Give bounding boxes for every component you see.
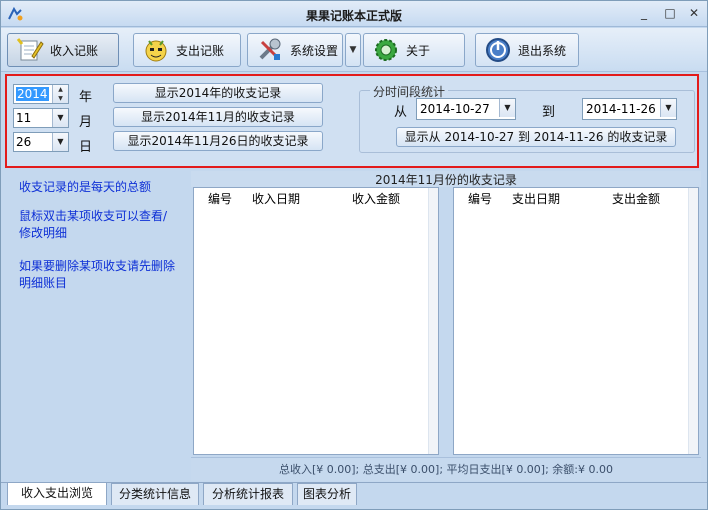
day-select[interactable]: 26 ▼	[13, 132, 69, 152]
income-entry-label: 收入记账	[50, 43, 99, 58]
summary-status: 总收入[¥ 0.00]; 总支出[¥ 0.00]; 平均日支出[¥ 0.00];…	[191, 457, 701, 481]
from-date-picker[interactable]: 2014-10-27 ▼	[416, 98, 516, 120]
tools-icon	[256, 36, 284, 64]
date-range-group: 分时间段统计 从 2014-10-27 ▼ 到 2014-11-26 ▼ 显示从…	[359, 83, 695, 153]
toolbar: 收入记账 支出记账 系统设置 ▼ 关于 退出系统	[1, 28, 707, 72]
spin-up-icon[interactable]: ▲	[53, 85, 68, 94]
tab-income-expense-browse[interactable]: 收入支出浏览	[7, 482, 107, 505]
year-value: 2014	[16, 87, 49, 101]
exit-system-label: 退出系统	[518, 43, 567, 58]
show-day-records-button[interactable]: 显示2014年11月26日的收支记录	[113, 131, 323, 151]
system-settings-button[interactable]: 系统设置	[247, 33, 343, 67]
system-settings-label: 系统设置	[290, 43, 339, 58]
income-col-id[interactable]: 编号	[208, 190, 232, 207]
expense-col-id[interactable]: 编号	[468, 190, 492, 207]
expense-entry-button[interactable]: 支出记账	[133, 33, 241, 67]
show-range-records-button[interactable]: 显示从 2014-10-27 到 2014-11-26 的收支记录	[396, 127, 676, 147]
income-grid[interactable]: 编号 收入日期 收入金额	[193, 187, 439, 455]
year-spinner[interactable]: 2014 ▲ ▼	[13, 84, 69, 104]
window-title: 果果记账本正式版	[305, 9, 402, 23]
info-tip-2: 鼠标双击某项收支可以查看/修改明细	[19, 209, 168, 240]
day-value: 26	[16, 135, 32, 149]
year-spinner-arrows[interactable]: ▲ ▼	[52, 85, 68, 103]
show-month-records-button[interactable]: 显示2014年11月的收支记录	[113, 107, 323, 127]
income-grid-header: 编号 收入日期 收入金额	[194, 188, 438, 206]
income-entry-button[interactable]: 收入记账	[7, 33, 119, 67]
maximize-button[interactable]: □	[661, 5, 679, 21]
about-button[interactable]: 关于	[363, 33, 465, 67]
income-grid-scrollbar[interactable]	[428, 188, 438, 454]
main-window: 果果记账本正式版 _ □ ✕ 收入记账 支出记账 系统设置 ▼ 关于 退出系统 …	[0, 0, 708, 510]
expense-col-amount[interactable]: 支出金额	[612, 190, 660, 207]
month-select[interactable]: 11 ▼	[13, 108, 69, 128]
gear-icon	[372, 36, 400, 64]
chevron-down-icon[interactable]: ▼	[660, 99, 676, 117]
spin-down-icon[interactable]: ▼	[53, 94, 68, 103]
expense-entry-label: 支出记账	[176, 43, 225, 58]
title-bar: 果果记账本正式版 _ □ ✕	[1, 1, 707, 27]
month-value: 11	[16, 111, 32, 125]
from-date-value: 2014-10-27	[420, 102, 490, 116]
exit-system-button[interactable]: 退出系统	[475, 33, 579, 67]
settings-dropdown-button[interactable]: ▼	[345, 33, 361, 67]
chevron-down-icon[interactable]: ▼	[52, 109, 68, 127]
info-tip-3: 如果要删除某项收支请先删除明细账目	[19, 259, 176, 290]
chevron-down-icon[interactable]: ▼	[52, 133, 68, 151]
expense-grid[interactable]: 编号 支出日期 支出金额	[453, 187, 699, 455]
from-label: 从	[394, 105, 408, 120]
expense-grid-scrollbar[interactable]	[688, 188, 698, 454]
close-button[interactable]: ✕	[685, 5, 703, 21]
month-label: 月	[79, 115, 93, 130]
to-date-picker[interactable]: 2014-11-26 ▼	[582, 98, 677, 120]
expense-col-date[interactable]: 支出日期	[512, 190, 560, 207]
to-date-value: 2014-11-26	[586, 102, 656, 116]
info-tip-1: 收支记录的是每天的总额	[19, 180, 152, 194]
tab-category-stats[interactable]: 分类统计信息	[111, 483, 199, 505]
income-col-amount[interactable]: 收入金额	[352, 190, 400, 207]
to-label: 到	[542, 105, 556, 120]
money-face-icon	[142, 36, 170, 64]
chevron-down-icon[interactable]: ▼	[499, 99, 515, 117]
about-label: 关于	[406, 43, 431, 58]
tab-analysis-report[interactable]: 分析统计报表	[203, 483, 293, 505]
year-label: 年	[79, 90, 93, 105]
income-col-date[interactable]: 收入日期	[252, 190, 300, 207]
records-caption: 2014年11月份的收支记录	[191, 171, 701, 187]
day-label: 日	[79, 140, 93, 155]
tab-chart-analysis[interactable]: 图表分析	[297, 483, 357, 505]
minimize-button[interactable]: _	[635, 5, 653, 21]
date-filter-panel: 2014 ▲ ▼ 年 11 ▼ 月 26 ▼ 日 显示2014年的收支记录 显示…	[5, 74, 699, 168]
show-year-records-button[interactable]: 显示2014年的收支记录	[113, 83, 323, 103]
power-icon	[484, 36, 512, 64]
expense-grid-header: 编号 支出日期 支出金额	[454, 188, 698, 206]
notepad-pencil-icon	[16, 36, 44, 64]
